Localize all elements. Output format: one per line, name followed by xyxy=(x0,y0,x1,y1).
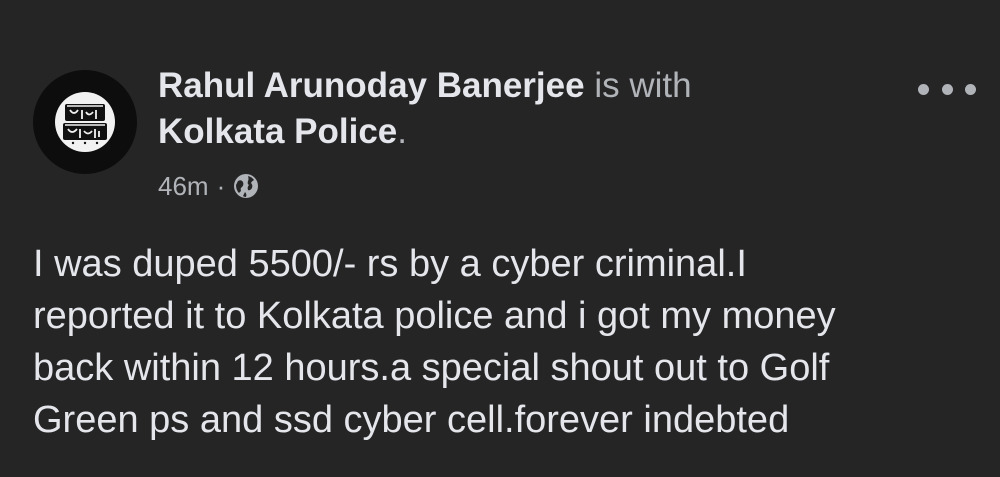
tagged-suffix: . xyxy=(397,112,407,151)
post-body-line: Green ps and ssd cyber cell.forever inde… xyxy=(33,399,790,441)
with-text: is with xyxy=(594,66,692,105)
post-body-line: reported it to Kolkata police and i got … xyxy=(33,295,836,337)
author-name[interactable]: Rahul Arunoday Banerjee xyxy=(158,66,585,105)
post-timestamp[interactable]: 46m xyxy=(158,171,209,202)
post-body-line: I was duped 5500/- rs by a cyber crimina… xyxy=(33,243,747,285)
tagged-page-link[interactable]: Kolkata Police xyxy=(158,112,397,151)
more-dot xyxy=(965,83,976,95)
more-dot xyxy=(918,83,929,95)
meta-separator: · xyxy=(216,170,226,201)
post-meta: 46m · xyxy=(158,168,259,204)
post-card: Rahul Arunoday Banerjee is with Kolkata … xyxy=(0,0,1000,477)
more-dot xyxy=(941,83,953,95)
more-options-icon[interactable] xyxy=(918,74,976,104)
post-body-line: back within 12 hours.a special shout out… xyxy=(33,347,830,389)
avatar[interactable] xyxy=(33,70,137,174)
post-header-line-2: Kolkata Police. xyxy=(158,112,407,152)
avatar-logo-graphic xyxy=(63,104,107,145)
avatar-logo xyxy=(55,92,115,152)
post-body: I was duped 5500/- rs by a cyber crimina… xyxy=(33,238,973,446)
post-header-line-1: Rahul Arunoday Banerjee is with xyxy=(158,66,692,106)
globe-icon[interactable] xyxy=(233,173,259,199)
